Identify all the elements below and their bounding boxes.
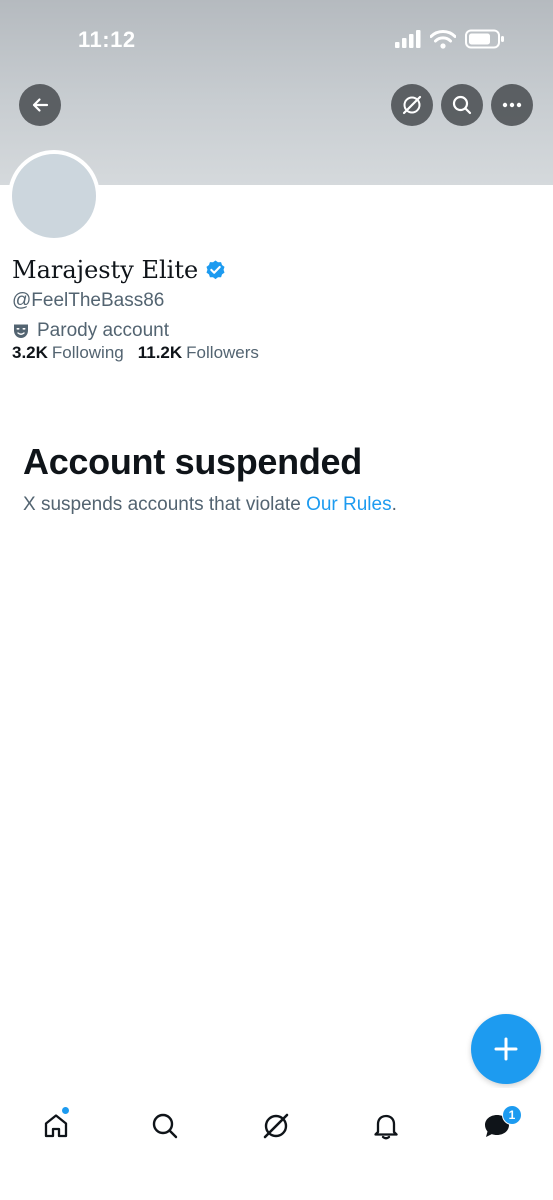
follow-stats: 3.2K Following 11.2K Followers <box>12 343 259 363</box>
home-notification-dot <box>61 1106 70 1115</box>
back-arrow-icon <box>32 98 49 112</box>
suspended-message-period: . <box>391 494 397 515</box>
following-link[interactable]: 3.2K Following <box>12 343 124 363</box>
search-button[interactable] <box>441 84 483 126</box>
following-count: 3.2K <box>12 343 48 362</box>
compose-button[interactable] <box>471 1014 541 1084</box>
more-button[interactable] <box>491 84 533 126</box>
nav-home[interactable] <box>36 1106 76 1146</box>
status-time: 11:12 <box>78 27 136 52</box>
status-bar: 11:12 <box>0 0 553 80</box>
search-icon <box>152 1113 178 1139</box>
suspended-title: Account suspended <box>23 441 362 482</box>
nav-notifications[interactable] <box>366 1106 406 1146</box>
grok-icon <box>263 1113 289 1139</box>
grok-button[interactable] <box>391 84 433 126</box>
battery-icon <box>465 29 504 49</box>
avatar[interactable] <box>8 150 100 242</box>
signal-icon <box>395 30 421 48</box>
display-name: Marajesty Elite <box>12 256 199 284</box>
following-label: Following <box>51 343 124 362</box>
verified-badge-icon[interactable] <box>204 259 227 282</box>
bottom-nav: 1 <box>0 1088 553 1200</box>
parody-label: Parody account <box>37 320 170 341</box>
home-icon <box>44 1114 68 1138</box>
nav-search[interactable] <box>145 1106 185 1146</box>
followers-label: Followers <box>186 343 259 362</box>
messages-badge: 1 <box>502 1105 522 1125</box>
grok-icon <box>402 95 422 115</box>
suspended-message-text: X suspends accounts that violate <box>23 494 307 515</box>
parody-label-row: Parody account <box>12 320 169 342</box>
our-rules-link[interactable]: Our Rules <box>306 494 392 515</box>
parody-mask-icon <box>14 324 28 338</box>
nav-grok[interactable] <box>256 1106 296 1146</box>
wifi-icon <box>430 29 456 49</box>
notifications-icon <box>374 1114 398 1140</box>
followers-link[interactable]: 11.2K Followers <box>138 343 259 363</box>
back-button[interactable] <box>19 84 61 126</box>
status-icons <box>395 29 505 49</box>
followers-count: 11.2K <box>137 343 183 362</box>
search-icon <box>452 95 472 115</box>
plus-icon <box>494 1037 518 1061</box>
more-icon <box>502 102 522 108</box>
user-handle: @FeelTheBass86 <box>12 290 165 311</box>
display-name-row: Marajesty Elite <box>12 256 227 284</box>
suspended-message: X suspends accounts that violate Our Rul… <box>23 494 397 516</box>
